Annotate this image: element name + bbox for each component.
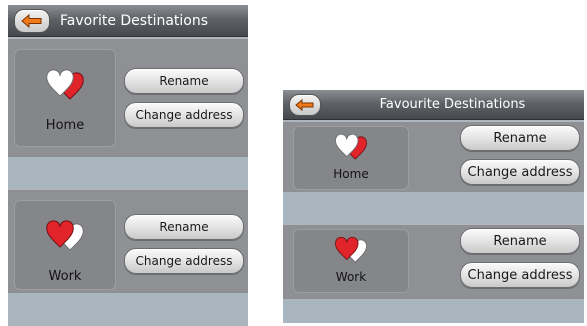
back-button[interactable] <box>289 93 321 116</box>
change-address-button[interactable]: Change address <box>124 102 244 128</box>
destination-name: Home <box>45 118 85 133</box>
hearts-icon <box>335 133 367 160</box>
rename-button[interactable]: Rename <box>460 125 580 151</box>
rename-button[interactable]: Rename <box>460 228 580 254</box>
change-address-button[interactable]: Change address <box>124 248 244 274</box>
favorite-destinations-screen: Favorite Destinations Home Rename Change… <box>8 5 248 326</box>
back-arrow-icon <box>21 13 42 28</box>
title-bar: Favorite Destinations <box>8 5 248 37</box>
destination-name: Home <box>333 167 369 181</box>
destination-card-home: Home Rename Change address <box>8 38 248 157</box>
back-button[interactable] <box>14 8 50 33</box>
hearts-icon <box>46 69 84 100</box>
change-address-button[interactable]: Change address <box>460 262 580 288</box>
change-address-button[interactable]: Change address <box>460 159 580 185</box>
destination-icon-panel[interactable]: Home <box>293 126 409 190</box>
destination-name: Work <box>48 269 82 284</box>
page-title: Favorite Destinations <box>60 12 209 29</box>
rename-button[interactable]: Rename <box>124 68 244 94</box>
back-arrow-icon <box>295 98 314 111</box>
hearts-icon <box>335 236 367 263</box>
rename-button[interactable]: Rename <box>124 214 244 240</box>
hearts-icon <box>46 220 84 251</box>
destination-card-home: Home Rename Change address <box>283 121 584 192</box>
destination-card-work: Work Rename Change address <box>283 224 584 299</box>
title-bar: Favourite Destinations <box>283 90 584 120</box>
destination-icon-panel[interactable]: Home <box>14 49 116 147</box>
destination-icon-panel[interactable]: Work <box>14 200 116 290</box>
destination-icon-panel[interactable]: Work <box>293 229 409 293</box>
favourite-destinations-screen: Favourite Destinations Home Rename Chang… <box>283 90 584 323</box>
destination-card-work: Work Rename Change address <box>8 189 248 293</box>
destination-name: Work <box>335 270 367 284</box>
page-title: Favourite Destinations <box>379 97 526 112</box>
